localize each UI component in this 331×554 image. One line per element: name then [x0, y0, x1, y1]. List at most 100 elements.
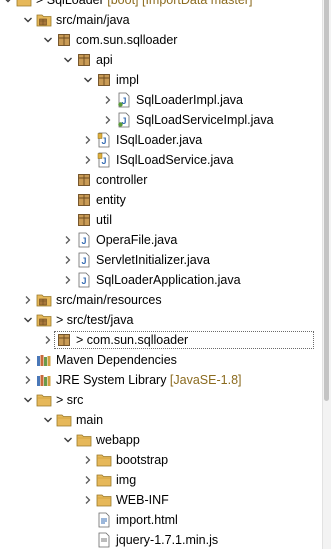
tree-item-label[interactable]: import.html	[116, 510, 178, 530]
expand-twisty-icon[interactable]	[22, 350, 34, 370]
tree-row-project-sqlloader[interactable]: J > SqlLoader [boot] [ImportData master]	[0, 0, 322, 10]
tree-row-file-isqlloadservice[interactable]: J ISqlLoadService.java	[0, 150, 322, 170]
tree-item-label[interactable]: SqlLoaderImpl.java	[136, 90, 243, 110]
tree-row-folder-src[interactable]: > src	[0, 390, 322, 410]
expand-twisty-icon[interactable]	[82, 490, 94, 510]
expand-twisty-icon[interactable]	[82, 130, 94, 150]
tree-item-decoration: [boot] [ImportData master]	[103, 0, 253, 7]
tree-row-package-impl[interactable]: impl	[0, 70, 322, 90]
tree-item-label[interactable]: jquery-1.7.1.min.js	[116, 530, 218, 550]
tree-item-name: util	[96, 213, 112, 227]
package-icon	[76, 192, 92, 208]
tree-item-label[interactable]: main	[76, 410, 103, 430]
source-folder-icon	[36, 292, 52, 308]
tree-row-folder-web-inf[interactable]: WEB-INF	[0, 490, 322, 510]
expand-twisty-icon[interactable]	[22, 370, 34, 390]
tree-item-name: WEB-INF	[116, 493, 169, 507]
tree-row-file-isqlloader[interactable]: J ISqlLoader.java	[0, 130, 322, 150]
tree-item-label[interactable]: ISqlLoadService.java	[116, 150, 233, 170]
tree-row-package-test-com-sun-sqlloader[interactable]: > com.sun.sqlloader	[0, 330, 322, 350]
vertical-scrollbar-thumb[interactable]	[324, 0, 329, 401]
expand-twisty-icon[interactable]	[42, 330, 54, 350]
expand-twisty-icon[interactable]	[82, 470, 94, 490]
collapse-twisty-icon[interactable]	[82, 70, 94, 90]
tree-row-file-sqlloaderapplication[interactable]: J SqlLoaderApplication.java	[0, 270, 322, 290]
tree-row-folder-webapp[interactable]: webapp	[0, 430, 322, 450]
collapse-twisty-icon[interactable]	[62, 50, 74, 70]
tree-item-label[interactable]: WEB-INF	[116, 490, 169, 510]
tree-row-library-maven-dependencies[interactable]: Maven Dependencies	[0, 350, 322, 370]
tree-row-package-entity[interactable]: entity	[0, 190, 322, 210]
tree-row-package-controller[interactable]: controller	[0, 170, 322, 190]
tree-item-label[interactable]: Maven Dependencies	[56, 350, 177, 370]
tree-item-name: webapp	[96, 433, 140, 447]
project-explorer-tree: J > SqlLoader [boot] [ImportData master] s…	[0, 0, 322, 550]
folder-icon	[96, 472, 112, 488]
expand-twisty-icon[interactable]	[62, 230, 74, 250]
java-file-icon: J	[76, 272, 92, 288]
tree-row-package-com-sun-sqlloader[interactable]: com.sun.sqlloader	[0, 30, 322, 50]
tree-row-folder-src-test-java[interactable]: > src/test/java	[0, 310, 322, 330]
tree-item-name: Maven Dependencies	[56, 353, 177, 367]
tree-item-name: impl	[116, 73, 139, 87]
folder-icon	[56, 412, 72, 428]
tree-item-label[interactable]: bootstrap	[116, 450, 168, 470]
package-icon	[76, 212, 92, 228]
tree-item-label[interactable]: src/main/resources	[56, 290, 162, 310]
collapse-twisty-icon[interactable]	[22, 390, 34, 410]
tree-item-label[interactable]: impl	[116, 70, 139, 90]
collapse-twisty-icon[interactable]	[2, 0, 14, 10]
tree-row-file-sqlloadserviceimpl[interactable]: J SqlLoadServiceImpl.java	[0, 110, 322, 130]
tree-row-file-jquery[interactable]: jquery-1.7.1.min.js	[0, 530, 322, 550]
expand-twisty-icon[interactable]	[82, 450, 94, 470]
java-interface-icon: J	[96, 152, 112, 168]
tree-item-label[interactable]: src/main/java	[56, 10, 130, 30]
tree-row-file-sqlloaderimpl[interactable]: J SqlLoaderImpl.java	[0, 90, 322, 110]
tree-row-folder-main[interactable]: main	[0, 410, 322, 430]
package-icon	[76, 172, 92, 188]
expand-twisty-icon[interactable]	[62, 270, 74, 290]
tree-item-label[interactable]: ServletInitializer.java	[96, 250, 210, 270]
tree-item-name: com.sun.sqlloader	[76, 33, 178, 47]
tree-item-label[interactable]: > src	[56, 390, 83, 410]
tree-row-folder-bootstrap[interactable]: bootstrap	[0, 450, 322, 470]
collapse-twisty-icon[interactable]	[62, 430, 74, 450]
expand-twisty-icon[interactable]	[22, 290, 34, 310]
tree-item-name: > SqlLoader	[36, 0, 104, 7]
tree-item-label[interactable]: > SqlLoader [boot] [ImportData master]	[36, 0, 252, 10]
tree-row-folder-src-main-resources[interactable]: src/main/resources	[0, 290, 322, 310]
tree-item-label[interactable]: util	[96, 210, 112, 230]
tree-row-library-jre-system[interactable]: JRE System Library [JavaSE-1.8]	[0, 370, 322, 390]
tree-item-label[interactable]: SqlLoadServiceImpl.java	[136, 110, 274, 130]
tree-item-label[interactable]: webapp	[96, 430, 140, 450]
expand-twisty-icon[interactable]	[82, 150, 94, 170]
java-class-icon: J	[116, 112, 132, 128]
tree-item-label[interactable]: SqlLoaderApplication.java	[96, 270, 241, 290]
expand-twisty-icon[interactable]	[102, 110, 114, 130]
collapse-twisty-icon[interactable]	[42, 30, 54, 50]
tree-item-name: ISqlLoadService.java	[116, 153, 234, 167]
collapse-twisty-icon[interactable]	[42, 410, 54, 430]
tree-row-package-util[interactable]: util	[0, 210, 322, 230]
source-folder-icon	[36, 12, 52, 28]
expand-twisty-icon[interactable]	[62, 250, 74, 270]
tree-item-label[interactable]: ISqlLoader.java	[116, 130, 202, 150]
collapse-twisty-icon[interactable]	[22, 310, 34, 330]
tree-item-label[interactable]: entity	[96, 190, 126, 210]
tree-row-package-api[interactable]: api	[0, 50, 322, 70]
tree-item-label[interactable]: OperaFile.java	[96, 230, 177, 250]
tree-item-label[interactable]: controller	[96, 170, 147, 190]
tree-item-label[interactable]: JRE System Library [JavaSE-1.8]	[56, 370, 242, 390]
tree-row-file-import-html[interactable]: import.html	[0, 510, 322, 530]
library-icon	[36, 372, 52, 388]
tree-row-folder-img[interactable]: img	[0, 470, 322, 490]
tree-item-label[interactable]: api	[96, 50, 113, 70]
collapse-twisty-icon[interactable]	[22, 10, 34, 30]
tree-row-folder-src-main-java[interactable]: src/main/java	[0, 10, 322, 30]
expand-twisty-icon[interactable]	[102, 90, 114, 110]
tree-row-file-operafile[interactable]: J OperaFile.java	[0, 230, 322, 250]
tree-item-label[interactable]: img	[116, 470, 136, 490]
tree-item-label[interactable]: com.sun.sqlloader	[76, 30, 177, 50]
tree-item-label[interactable]: > src/test/java	[56, 310, 133, 330]
tree-row-file-servletinitializer[interactable]: J ServletInitializer.java	[0, 250, 322, 270]
